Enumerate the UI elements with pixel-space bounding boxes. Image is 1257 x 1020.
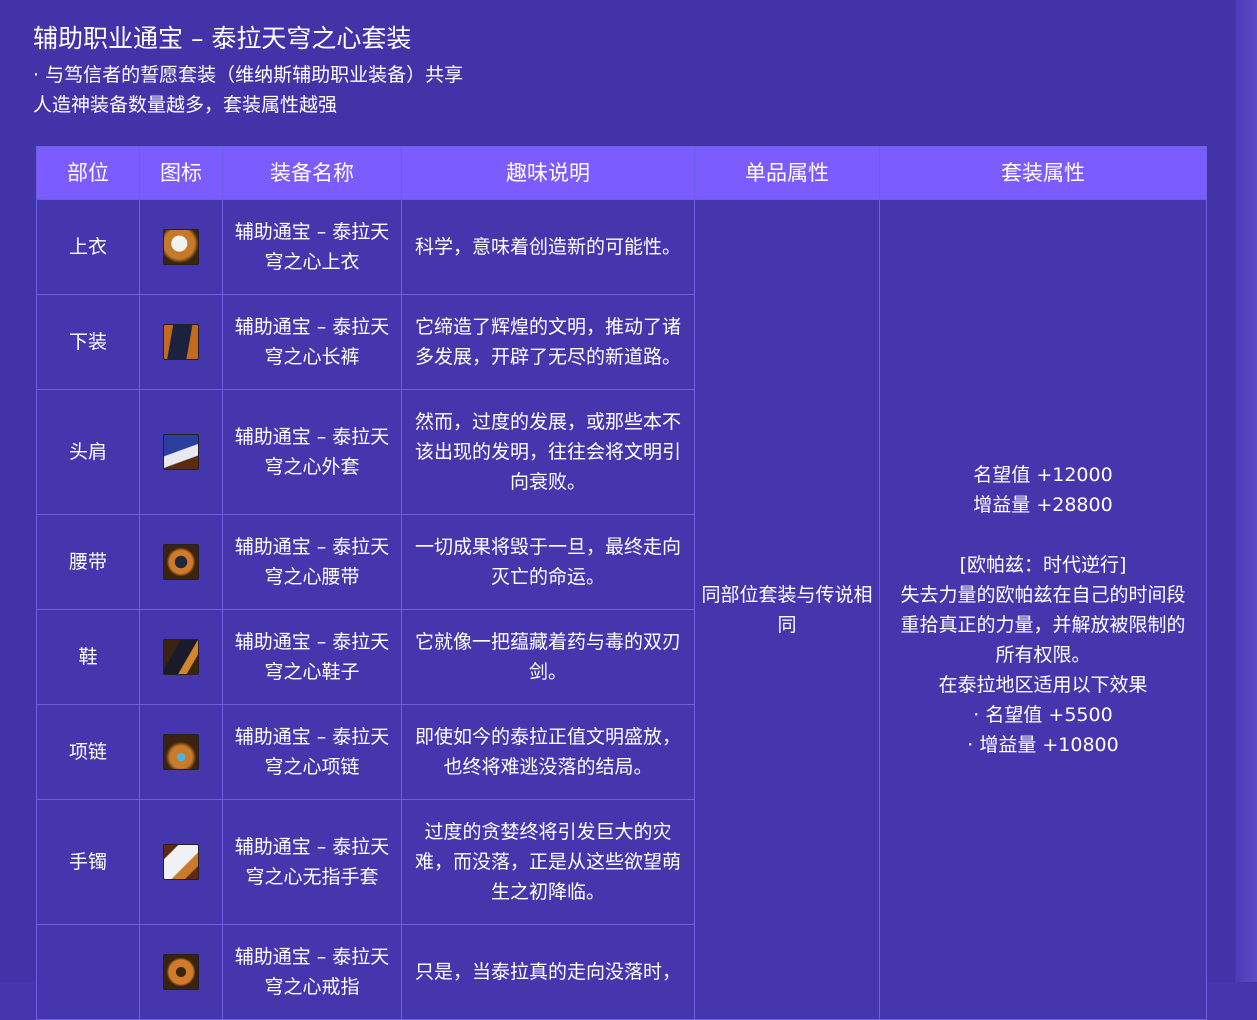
item-name-cell: 辅助通宝 – 泰拉天穹之心无指手套	[222, 799, 402, 925]
single-attr-cell: 同部位套装与传说相同	[694, 199, 880, 1020]
ring-icon	[163, 954, 199, 990]
table-header-row: 部位 图标 装备名称 趣味说明 单品属性 套装属性	[36, 146, 1207, 200]
item-name-cell: 辅助通宝 – 泰拉天穹之心长裤	[222, 294, 402, 390]
description-cell: 只是，当泰拉真的走向没落时，	[401, 924, 695, 1020]
set-attr-region-fame: · 名望值 +5500	[973, 703, 1113, 726]
set-attr-buff: 增益量 +28800	[973, 493, 1113, 516]
item-name-cell: 辅助通宝 – 泰拉天穹之心上衣	[222, 199, 402, 295]
slot-cell: 头肩	[36, 389, 140, 515]
pants-armor-icon	[163, 324, 199, 360]
description-cell: 它缔造了辉煌的文明，推动了诸多发展，开辟了无尽的新道路。	[401, 294, 695, 390]
slot-cell: 下装	[36, 294, 140, 390]
slot-cell: 腰带	[36, 514, 140, 610]
single-attr-text: 同部位套装与传说相同	[701, 583, 873, 636]
header-icon: 图标	[139, 146, 223, 200]
description-cell: 然而，过度的发展，或那些本不该出现的发明，往往会将文明引向衰败。	[401, 389, 695, 515]
header-single-attr: 单品属性	[694, 146, 880, 200]
header-description: 趣味说明	[401, 146, 695, 200]
set-attr-cell: 名望值 +12000 增益量 +28800 [欧帕兹：时代逆行] 失去力量的欧帕…	[879, 199, 1207, 1020]
description-cell: 它就像一把蕴藏着药与毒的双刃剑。	[401, 609, 695, 705]
set-attr-oparts-desc: 失去力量的欧帕兹在自己的时间段重拾真正的力量，并解放被限制的所有权限。	[900, 583, 1186, 666]
slot-cell: 项链	[36, 704, 140, 800]
header-set-attr: 套装属性	[879, 146, 1207, 200]
bracelet-icon	[163, 844, 199, 880]
shoes-armor-icon	[163, 639, 199, 675]
set-attr-oparts-title: [欧帕兹：时代逆行]	[959, 553, 1127, 576]
item-name-cell: 辅助通宝 – 泰拉天穹之心腰带	[222, 514, 402, 610]
item-name-cell: 辅助通宝 – 泰拉天穹之心项链	[222, 704, 402, 800]
subtitle-set-strength: 人造神装备数量越多，套装属性越强	[33, 94, 338, 116]
header-slot: 部位	[36, 146, 140, 200]
necklace-icon	[163, 734, 199, 770]
description-cell: 即使如今的泰拉正值文明盛放，也终将难逃没落的结局。	[401, 704, 695, 800]
item-name-cell: 辅助通宝 – 泰拉天穹之心戒指	[222, 924, 402, 1020]
description-cell: 科学，意味着创造新的可能性。	[401, 199, 695, 295]
slot-cell: 上衣	[36, 199, 140, 295]
subtitle-shared-set: · 与笃信者的誓愿套装（维纳斯辅助职业装备）共享	[33, 64, 464, 86]
item-name-cell: 辅助通宝 – 泰拉天穹之心鞋子	[222, 609, 402, 705]
header-name: 装备名称	[222, 146, 402, 200]
slot-cell	[36, 924, 140, 1020]
slot-cell: 手镯	[36, 799, 140, 925]
page-title: 辅助职业通宝 – 泰拉天穹之心套装	[33, 24, 412, 53]
page-background: 辅助职业通宝 – 泰拉天穹之心套装 · 与笃信者的誓愿套装（维纳斯辅助职业装备）…	[0, 0, 1235, 1020]
set-attr-region-note: 在泰拉地区适用以下效果	[938, 673, 1148, 696]
set-attr-fame: 名望值 +12000	[973, 463, 1113, 486]
slot-cell: 鞋	[36, 609, 140, 705]
description-cell: 过度的贪婪终将引发巨大的灾难，而没落，正是从这些欲望萌生之初降临。	[401, 799, 695, 925]
set-attr-region-buff: · 增益量 +10800	[967, 733, 1119, 756]
page-right-edge	[1235, 0, 1257, 982]
belt-armor-icon	[163, 544, 199, 580]
shoulder-armor-icon	[163, 434, 199, 470]
description-cell: 一切成果将毁于一旦，最终走向灭亡的命运。	[401, 514, 695, 610]
item-name-cell: 辅助通宝 – 泰拉天穹之心外套	[222, 389, 402, 515]
table-row: 上衣 辅助通宝 – 泰拉天穹之心上衣 科学，意味着创造新的可能性。 同部位套装与…	[36, 199, 1207, 1020]
top-armor-icon	[163, 229, 199, 265]
equipment-table: 部位 图标 装备名称 趣味说明 单品属性 套装属性 上衣 辅助通宝 – 泰拉天穹…	[36, 146, 1207, 1020]
